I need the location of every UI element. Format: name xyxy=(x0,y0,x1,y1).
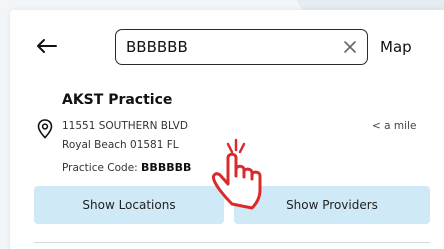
address-line-2: Royal Beach 01581 FL xyxy=(62,139,179,151)
address-line-1: 11551 SOUTHERN BLVD xyxy=(62,120,188,132)
clear-search-button[interactable] xyxy=(341,38,359,56)
back-button[interactable] xyxy=(32,34,60,58)
practice-code-value: BBBBBB xyxy=(141,161,192,174)
practice-name: AKST Practice xyxy=(62,92,173,108)
location-pin-icon xyxy=(37,119,53,139)
divider xyxy=(34,242,430,243)
map-link[interactable]: Map xyxy=(380,38,412,56)
distance-label: < a mile xyxy=(372,120,417,132)
search-field[interactable] xyxy=(115,29,368,65)
pointing-hand-icon xyxy=(212,138,262,210)
search-input[interactable] xyxy=(126,38,326,56)
practice-code: Practice Code: BBBBBB xyxy=(62,161,191,174)
show-locations-button[interactable]: Show Locations xyxy=(34,186,224,224)
practice-code-label: Practice Code: xyxy=(62,162,138,174)
back-arrow-icon xyxy=(37,39,57,53)
clear-icon xyxy=(344,41,356,53)
